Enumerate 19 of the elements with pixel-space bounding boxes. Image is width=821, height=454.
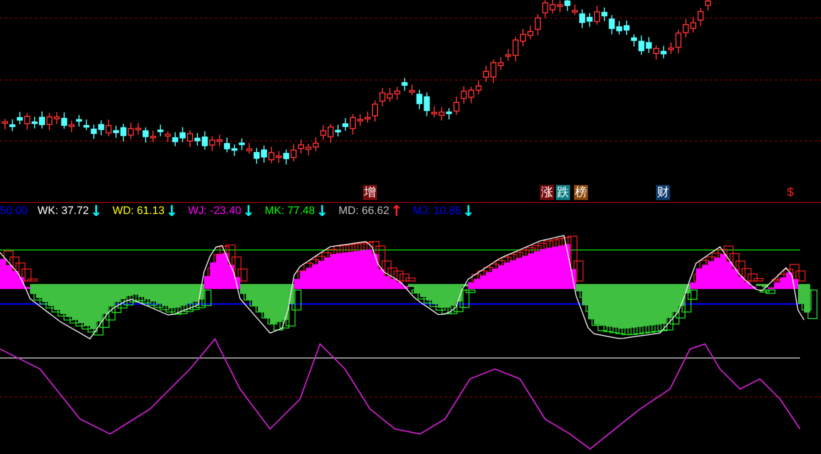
event-tag[interactable]: 榜 <box>574 185 588 200</box>
event-tag[interactable]: 跌 <box>556 185 570 200</box>
event-tag[interactable]: 增 <box>363 185 377 200</box>
indicator-value: WD: 61.13 <box>112 204 164 219</box>
trend-arrow: ↓ <box>165 203 178 219</box>
event-tag[interactable]: $ <box>786 185 795 200</box>
indicator-value: MJ: 10.86 <box>412 204 462 219</box>
indicator-value: WJ: -23.40 <box>188 204 242 219</box>
trend-arrow: ↑ <box>390 203 403 219</box>
indicator-value: MD: 66.62 <box>338 204 390 219</box>
trend-arrow: ↓ <box>316 203 328 219</box>
trend-arrow: ↓ <box>462 203 475 219</box>
indicator-value: WK: 37.72 <box>38 204 89 219</box>
event-tag[interactable]: 财 <box>656 185 670 200</box>
trend-arrow: ↓ <box>242 203 255 219</box>
event-tag[interactable]: 涨 <box>540 185 554 200</box>
indicator-value: MK: 77.48 <box>264 204 315 219</box>
indicator-value: 50.00 <box>0 204 28 219</box>
trend-arrow: ↓ <box>90 203 102 219</box>
